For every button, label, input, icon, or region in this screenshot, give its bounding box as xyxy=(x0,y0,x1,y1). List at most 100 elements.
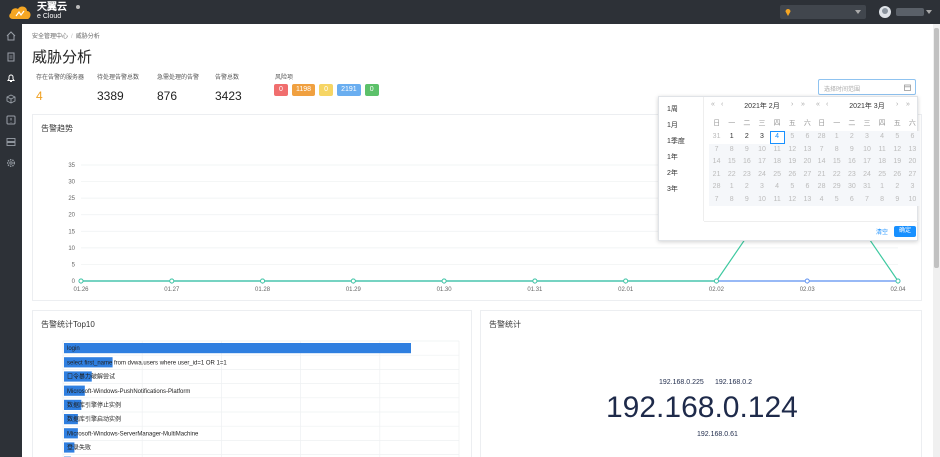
calendar-day: 9 xyxy=(739,143,755,156)
alarm-stats-title: 告警统计 xyxy=(489,320,521,329)
data-point[interactable] xyxy=(532,278,538,284)
x-tick-label: 01.30 xyxy=(437,287,453,293)
next-year-icon-left[interactable]: » xyxy=(801,101,805,108)
left-month-title: 2021年 2月 xyxy=(744,103,780,110)
bar-category-label: 数据库引擎停止实例 xyxy=(67,401,121,409)
calendar-day: 29 xyxy=(829,181,845,194)
calendar-day: 12 xyxy=(889,143,905,156)
risk-badge-medium[interactable]: 0 xyxy=(319,84,334,96)
calendar-day: 25 xyxy=(769,168,785,181)
weekday-label: 一 xyxy=(833,120,841,127)
data-point[interactable] xyxy=(713,278,719,284)
weekday-label: 五 xyxy=(788,120,796,127)
date-range-placeholder: 选择时间范围 xyxy=(824,87,861,93)
page-scrollbar[interactable] xyxy=(933,24,940,457)
y-tick-label: 20 xyxy=(68,213,75,219)
brand-logo[interactable]: 天翼云 e Cloud xyxy=(8,3,78,21)
calendar-day: 19 xyxy=(889,156,905,169)
calendar-day: 28 xyxy=(814,181,830,194)
date-range-input[interactable]: 选择时间范围 xyxy=(818,79,916,95)
calendar-day: 23 xyxy=(844,168,860,181)
x-tick-label: 01.26 xyxy=(73,287,89,293)
breadcrumb: 安全管理中心 / 威胁分析 xyxy=(32,31,100,40)
data-point[interactable] xyxy=(169,278,175,284)
calendar-day[interactable]: 31 xyxy=(709,131,724,144)
calendar-day: 11 xyxy=(769,193,785,206)
gear-icon[interactable] xyxy=(6,158,16,168)
risk-badge-critical[interactable]: 0 xyxy=(274,84,288,96)
data-point[interactable] xyxy=(623,278,629,284)
calendar-day: 12 xyxy=(784,193,800,206)
region-selector[interactable] xyxy=(780,5,866,19)
calendar-day: 18 xyxy=(769,156,785,169)
avatar[interactable] xyxy=(879,6,891,18)
shortcut-1-week[interactable]: 1周 xyxy=(667,104,678,114)
bell-icon[interactable] xyxy=(6,73,16,83)
calendar-day: 13 xyxy=(904,143,920,156)
calendar-day[interactable]: 1 xyxy=(724,131,739,144)
day-grid-left: 31 1 2 3 4 5 6 7 8 9 10 11 12 13 14 15 16 17 18 19 20 21 22 23 2… xyxy=(709,131,815,206)
weekday-label: 四 xyxy=(773,120,781,127)
doc-icon[interactable] xyxy=(6,52,16,62)
risk-badge-low[interactable]: 2191 xyxy=(337,84,361,96)
calendar-day: 17 xyxy=(859,156,875,169)
top-bar: 天翼云 e Cloud xyxy=(0,0,940,24)
shortcut-1-month[interactable]: 1月 xyxy=(667,120,678,130)
next-month-icon-left[interactable]: › xyxy=(791,101,793,108)
cube-icon[interactable] xyxy=(6,94,16,104)
alert-icon[interactable] xyxy=(6,115,16,125)
data-point[interactable] xyxy=(441,278,447,284)
bar-category-label: Microsoft-Windows-ServerManager-MultiMac… xyxy=(67,431,199,437)
calendar-day: 26 xyxy=(889,168,905,181)
calendar-day: 23 xyxy=(739,168,755,181)
next-month-icon[interactable]: › xyxy=(896,101,898,108)
calendar-day: 6 xyxy=(904,131,920,144)
calendar-day: 18 xyxy=(874,156,890,169)
weekday-label: 日 xyxy=(713,120,721,127)
calendar-day: 16 xyxy=(844,156,860,169)
shortcut-2-years[interactable]: 2年 xyxy=(667,168,678,178)
risk-badge-info[interactable]: 0 xyxy=(364,84,379,96)
calendar-day: 4 xyxy=(874,131,890,144)
weekday-label: 五 xyxy=(893,120,901,127)
next-year-icon[interactable]: » xyxy=(906,101,910,108)
user-name[interactable] xyxy=(896,8,924,16)
shortcut-3-years[interactable]: 3年 xyxy=(667,184,678,194)
scroll-thumb[interactable] xyxy=(934,28,939,268)
calendar-day: 27 xyxy=(904,168,920,181)
data-point[interactable] xyxy=(78,278,84,284)
data-point[interactable] xyxy=(350,278,356,284)
confirm-button[interactable]: 确定 xyxy=(894,226,916,237)
calendar-day: 31 xyxy=(859,181,875,194)
breadcrumb-item-security-center[interactable]: 安全管理中心 xyxy=(32,34,68,40)
calendar-day[interactable]: 2 xyxy=(739,131,754,144)
calendar-day: 7 xyxy=(709,193,725,206)
calendar-day: 14 xyxy=(814,156,830,169)
data-point[interactable] xyxy=(804,278,810,284)
calendar-day: 10 xyxy=(859,143,875,156)
calendar-day: 20 xyxy=(799,156,815,169)
user-chevron-down-icon[interactable] xyxy=(926,10,932,14)
calendar-day[interactable]: 3 xyxy=(754,131,769,144)
calendar-day: 9 xyxy=(889,193,905,206)
data-point[interactable] xyxy=(895,278,901,284)
calendar-day: 24 xyxy=(754,168,770,181)
risk-badge-high[interactable]: 1198 xyxy=(292,84,316,96)
location-pin-icon xyxy=(785,9,791,16)
calendar-day: 6 xyxy=(799,131,815,144)
weekday-header: 日一二三四五六 xyxy=(709,118,815,128)
bar[interactable] xyxy=(64,343,411,354)
bar-category-label: 登录失败 xyxy=(67,444,91,452)
data-point[interactable] xyxy=(260,278,266,284)
calendar-day: 10 xyxy=(754,143,770,156)
main-content: 安全管理中心 / 威胁分析 威胁分析 存在告警的服务器 4 待处理告警总数 3389… xyxy=(22,24,940,457)
breadcrumb-separator: / xyxy=(71,34,73,40)
cloud-logo-icon xyxy=(9,6,31,20)
clear-button[interactable]: 清空 xyxy=(876,227,888,236)
home-icon[interactable] xyxy=(6,31,16,41)
calendar-day[interactable]: 4 xyxy=(769,131,785,144)
calendar-day: 28 xyxy=(709,181,725,194)
server-icon[interactable] xyxy=(6,137,16,147)
shortcut-1-year[interactable]: 1年 xyxy=(667,152,678,162)
shortcut-1-quarter[interactable]: 1季度 xyxy=(667,136,685,146)
